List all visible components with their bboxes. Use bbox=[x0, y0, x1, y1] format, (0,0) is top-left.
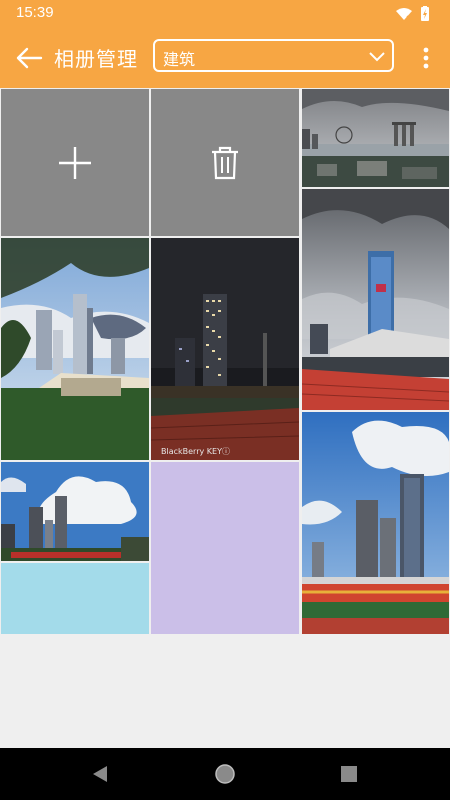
status-time: 15:39 bbox=[16, 4, 54, 21]
arrow-left-icon bbox=[16, 47, 43, 69]
photo-thumbnail[interactable] bbox=[1, 238, 149, 460]
more-vert-icon bbox=[423, 47, 429, 69]
photo-image bbox=[302, 89, 449, 187]
system-nav-bar bbox=[0, 748, 450, 800]
back-button[interactable] bbox=[8, 38, 52, 78]
photo-thumbnail[interactable] bbox=[302, 412, 449, 634]
status-icons bbox=[394, 6, 434, 26]
photo-thumbnail[interactable] bbox=[302, 189, 449, 410]
album-select-dropdown[interactable]: 建筑 bbox=[153, 39, 394, 72]
photo-image: BlackBerry KEYⓘ bbox=[151, 238, 299, 460]
photo-placeholder[interactable] bbox=[151, 462, 299, 634]
trash-icon bbox=[212, 146, 238, 179]
more-options-button[interactable] bbox=[414, 40, 438, 76]
delete-photo-tile[interactable] bbox=[151, 89, 299, 236]
photo-image bbox=[1, 462, 149, 561]
back-triangle-icon bbox=[93, 766, 107, 782]
add-photo-tile[interactable] bbox=[1, 89, 149, 236]
chevron-down-icon bbox=[369, 52, 385, 62]
page-title: 相册管理 bbox=[54, 47, 138, 71]
plus-icon bbox=[59, 146, 91, 179]
recents-square-icon bbox=[341, 766, 357, 782]
battery-icon bbox=[421, 6, 429, 21]
photo-image bbox=[302, 412, 449, 634]
app-bar: 相册管理 建筑 bbox=[0, 28, 450, 88]
photo-thumbnail[interactable] bbox=[302, 89, 449, 187]
nav-home-button[interactable] bbox=[209, 758, 241, 790]
home-circle-icon bbox=[215, 764, 235, 784]
photo-thumbnail[interactable] bbox=[1, 462, 149, 561]
photo-image bbox=[302, 189, 449, 410]
album-select-value: 建筑 bbox=[163, 50, 196, 69]
nav-recents-button[interactable] bbox=[333, 758, 365, 790]
photo-image bbox=[1, 238, 149, 460]
status-bar: 15:39 bbox=[0, 0, 450, 28]
photo-placeholder[interactable] bbox=[1, 563, 149, 634]
nav-back-button[interactable] bbox=[84, 758, 116, 790]
wifi-icon bbox=[396, 8, 412, 21]
photo-thumbnail[interactable]: BlackBerry KEYⓘ bbox=[151, 238, 299, 460]
photo-watermark: BlackBerry KEYⓘ bbox=[161, 447, 230, 456]
